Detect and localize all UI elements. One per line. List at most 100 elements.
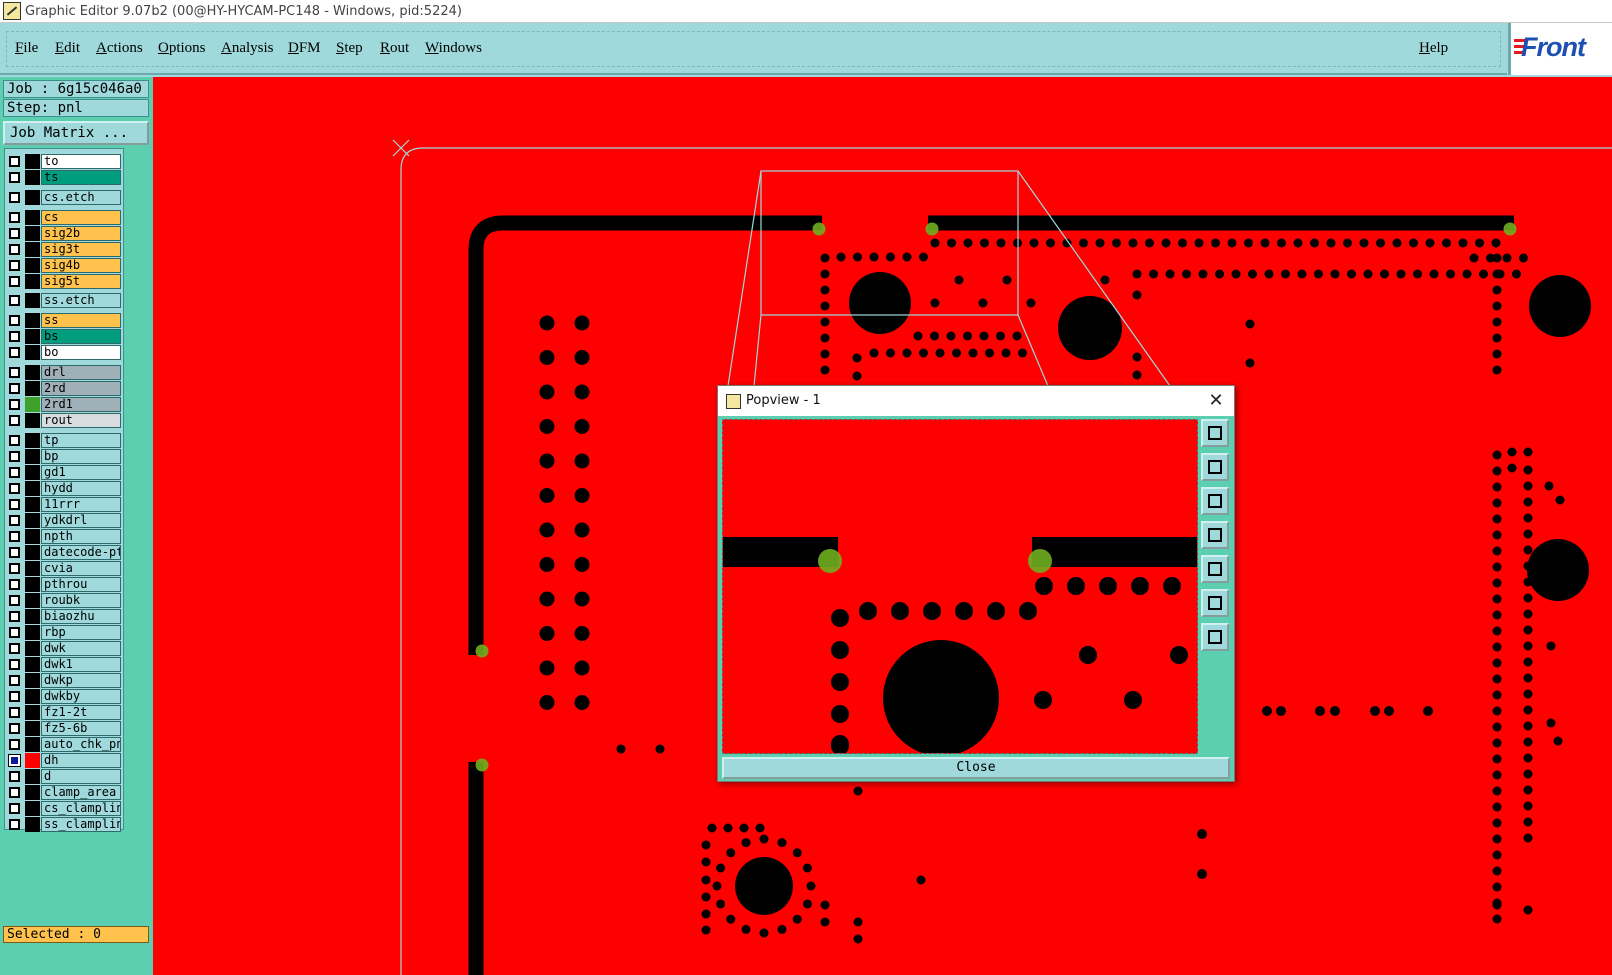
menu-rout[interactable]: Rout [380,40,409,57]
layer-name[interactable]: bs [41,329,121,344]
layer-checkbox[interactable] [9,451,20,462]
layer-color-swatch[interactable] [25,705,40,720]
layer-checkbox[interactable] [9,547,20,558]
layer-name[interactable]: rout [41,413,121,428]
layer-name[interactable]: cs [41,210,121,225]
layer-row-fz5-6b[interactable]: fz5-6b [5,721,124,736]
layer-color-swatch[interactable] [25,170,40,185]
layer-name[interactable]: clamp_area [41,785,121,800]
layer-name[interactable]: rbp [41,625,121,640]
layer-color-swatch[interactable] [25,529,40,544]
layer-checkbox[interactable] [9,315,20,326]
layer-checkbox[interactable] [9,739,20,750]
layer-row-cs[interactable]: cs [5,210,124,225]
layer-checkbox[interactable] [9,723,20,734]
layer-row-sig3t[interactable]: sig3t [5,242,124,257]
layer-color-swatch[interactable] [25,673,40,688]
layer-color-swatch[interactable] [25,753,40,768]
menu-help[interactable]: Help [1419,40,1448,57]
layer-name[interactable]: datecode-pto [41,545,121,560]
layer-row-ss_clampline[interactable]: ss_clampline [5,817,124,832]
layer-color-swatch[interactable] [25,274,40,289]
layer-color-swatch[interactable] [25,258,40,273]
layer-row-rbp[interactable]: rbp [5,625,124,640]
layer-row-clamp_area[interactable]: clamp_area [5,785,124,800]
layer-name[interactable]: dh [41,753,121,768]
layer-checkbox[interactable] [9,643,20,654]
job-matrix-button[interactable]: Job Matrix ... [3,121,149,145]
layer-checkbox[interactable] [9,415,20,426]
layer-checkbox[interactable] [9,627,20,638]
layer-row-ydkdrl[interactable]: ydkdrl [5,513,124,528]
layer-name[interactable]: ydkdrl [41,513,121,528]
layer-color-swatch[interactable] [25,481,40,496]
layer-row-bp[interactable]: bp [5,449,124,464]
layer-color-swatch[interactable] [25,154,40,169]
layer-name[interactable]: gd1 [41,465,121,480]
layer-name[interactable]: npth [41,529,121,544]
zoom-out-icon[interactable] [1201,623,1229,651]
layer-checkbox[interactable] [9,483,20,494]
layer-checkbox[interactable] [9,260,20,271]
layer-name[interactable]: sig4b [41,258,121,273]
layer-row-2rd[interactable]: 2rd [5,381,124,396]
close-icon[interactable]: ✕ [1206,390,1226,412]
layer-row-sig4b[interactable]: sig4b [5,258,124,273]
pan-left-icon[interactable] [1201,521,1229,549]
layer-row-dwkby[interactable]: dwkby [5,689,124,704]
layer-color-swatch[interactable] [25,313,40,328]
layer-checkbox[interactable] [9,771,20,782]
layer-color-swatch[interactable] [25,413,40,428]
layer-row-sig2b[interactable]: sig2b [5,226,124,241]
layer-row-cs.etch[interactable]: cs.etch [5,190,124,205]
layer-name[interactable]: fz1-2t [41,705,121,720]
layer-name[interactable]: auto_chk_pn1 [41,737,121,752]
layer-row-dh[interactable]: dh [5,753,124,768]
layer-checkbox[interactable] [9,276,20,287]
layer-checkbox[interactable] [9,659,20,670]
layer-list-scrollbar[interactable] [124,148,150,830]
layer-color-swatch[interactable] [25,210,40,225]
layer-name[interactable]: ss [41,313,121,328]
menu-file[interactable]: File [15,40,38,57]
layer-checkbox[interactable] [9,192,20,203]
layer-row-cvia[interactable]: cvia [5,561,124,576]
layer-row-2rd1[interactable]: 2rd1 [5,397,124,412]
layer-name[interactable]: cs.etch [41,190,121,205]
layer-name[interactable]: 2rd1 [41,397,121,412]
layer-checkbox[interactable] [9,399,20,410]
pan-down-icon[interactable] [1201,487,1229,515]
layer-name[interactable]: fz5-6b [41,721,121,736]
menu-windows[interactable]: Windows [425,40,482,57]
layer-color-swatch[interactable] [25,817,40,832]
layer-color-swatch[interactable] [25,593,40,608]
layer-name[interactable]: 2rd [41,381,121,396]
layer-checkbox[interactable] [9,347,20,358]
layer-name[interactable]: drl [41,365,121,380]
layer-row-gd1[interactable]: gd1 [5,465,124,480]
layer-color-swatch[interactable] [25,577,40,592]
layer-row-bs[interactable]: bs [5,329,124,344]
layer-row-npth[interactable]: npth [5,529,124,544]
layer-color-swatch[interactable] [25,785,40,800]
layer-row-drl[interactable]: drl [5,365,124,380]
layer-row-auto_chk_pn1[interactable]: auto_chk_pn1 [5,737,124,752]
layer-checkbox[interactable] [9,383,20,394]
layer-row-fz1-2t[interactable]: fz1-2t [5,705,124,720]
layer-name[interactable]: ss_clampline [41,817,121,832]
layer-name[interactable]: pthrou [41,577,121,592]
layer-checkbox[interactable] [9,367,20,378]
layer-color-swatch[interactable] [25,689,40,704]
layer-row-cs_clampline[interactable]: cs_clampline [5,801,124,816]
layer-color-swatch[interactable] [25,625,40,640]
layer-color-swatch[interactable] [25,433,40,448]
layer-checkbox[interactable] [9,435,20,446]
layer-row-dwkp[interactable]: dwkp [5,673,124,688]
layer-checkbox[interactable] [9,331,20,342]
layer-checkbox[interactable] [9,156,20,167]
zoom-in-icon[interactable] [1201,589,1229,617]
layer-color-swatch[interactable] [25,381,40,396]
menu-edit[interactable]: Edit [55,40,80,57]
menu-analysis[interactable]: Analysis [221,40,274,57]
layer-row-tp[interactable]: tp [5,433,124,448]
